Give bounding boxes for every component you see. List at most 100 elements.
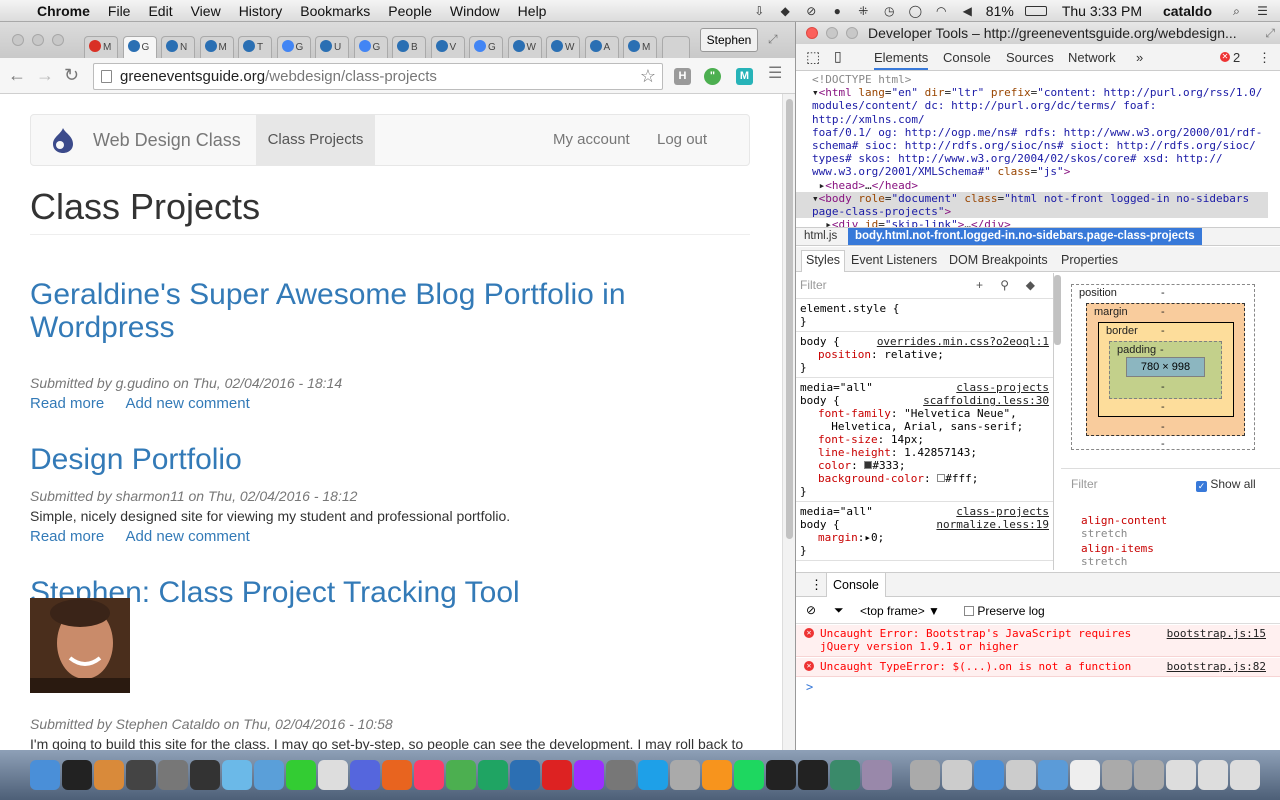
clock[interactable]: Thu 3:33 PM (1062, 3, 1142, 19)
unknown-app-icon[interactable] (1134, 760, 1164, 790)
nav-class-projects[interactable]: Class Projects (256, 115, 375, 165)
window-close-button[interactable] (12, 34, 24, 46)
unknown-app-icon[interactable] (670, 760, 700, 790)
drive-icon[interactable] (478, 760, 508, 790)
browser-tab[interactable]: G (469, 36, 503, 58)
rule-media-link[interactable]: class-projects (956, 505, 1049, 518)
browser-tab[interactable]: T (238, 36, 272, 58)
thunderbird-icon[interactable] (510, 760, 540, 790)
error-icon[interactable]: ✕ (1220, 52, 1230, 62)
dom-skip-link-node[interactable]: ▸<div id="skip-link">…</div> (812, 218, 1268, 227)
scrollbar-thumb[interactable] (786, 99, 793, 539)
computed-prop[interactable]: align-content (1081, 514, 1167, 527)
time-machine-icon[interactable]: ◷ (882, 4, 897, 18)
tab-properties[interactable]: Properties (1061, 253, 1118, 267)
drupal-logo-icon[interactable] (49, 126, 77, 154)
grid-icon[interactable]: ⁜ (856, 4, 871, 18)
address-bar[interactable]: greeneventsguide.org/webdesign/class-pro… (93, 63, 663, 90)
itunes-icon[interactable] (414, 760, 444, 790)
dom-html-node[interactable]: ▾<html lang="en" dir="ltr" prefix="conte… (812, 86, 1268, 178)
dom-doctype[interactable]: <!DOCTYPE html> (812, 73, 1268, 86)
element-state-icon[interactable]: ◆ (1026, 279, 1035, 292)
preview-icon[interactable] (862, 760, 892, 790)
photos-icon[interactable] (94, 760, 124, 790)
user-name[interactable]: cataldo (1163, 3, 1212, 19)
opera-icon[interactable] (542, 760, 572, 790)
browser-tab[interactable]: M (623, 36, 657, 58)
browser-tab[interactable]: W (507, 36, 542, 58)
tab-console[interactable]: Console (943, 50, 991, 65)
menu-help[interactable]: Help (509, 3, 556, 19)
messages-icon[interactable]: ◯ (908, 4, 923, 18)
fullscreen-icon[interactable]: ⤢ (1265, 22, 1275, 44)
battery-percent[interactable]: 81% (986, 3, 1014, 19)
extension-m-icon[interactable]: M (736, 68, 753, 85)
error-source-link[interactable]: bootstrap.js:82 (1167, 660, 1266, 673)
error-count[interactable]: 2 (1233, 50, 1240, 65)
new-tab-button[interactable] (661, 36, 690, 58)
show-all-checkbox[interactable]: ✓ Show all (1196, 477, 1256, 492)
unknown-app-icon[interactable] (910, 760, 940, 790)
skype-icon[interactable] (638, 760, 668, 790)
evernote-icon[interactable]: ● (830, 4, 845, 18)
reload-button[interactable]: ↻ (64, 66, 79, 84)
pin-icon[interactable]: ⚲ (1000, 279, 1009, 292)
page-scrollbar[interactable] (782, 94, 795, 750)
textedit-icon[interactable] (318, 760, 348, 790)
add-comment-link[interactable]: Add new comment (126, 395, 250, 412)
hangouts-icon[interactable]: " (704, 68, 721, 85)
dom-tree[interactable]: <!DOCTYPE html> ▾<html lang="en" dir="lt… (796, 71, 1268, 227)
kindle-icon[interactable] (766, 760, 796, 790)
dom-head-node[interactable]: ▸<head>…</head> (812, 179, 1268, 192)
bookmark-star-icon[interactable]: ☆ (640, 64, 656, 89)
screenshot-icon[interactable] (1198, 760, 1228, 790)
chrome-menu-icon[interactable]: ☰ (768, 65, 782, 83)
rule-source-link[interactable]: overrides.min.css?o2eoql:1 (877, 335, 1049, 348)
gimp-icon[interactable] (606, 760, 636, 790)
devtools-menu-icon[interactable]: ⋮ (1258, 50, 1271, 66)
rule-media-link[interactable]: class-projects (956, 381, 1049, 394)
forward-button[interactable]: → (36, 66, 54, 84)
console-prompt[interactable]: > (806, 680, 813, 694)
back-button[interactable]: ← (8, 66, 26, 84)
window-zoom-button[interactable] (52, 34, 64, 46)
menu-app-name[interactable]: Chrome (28, 3, 99, 19)
notification-center-icon[interactable]: ☰ (1255, 4, 1270, 18)
tweetdeck-icon[interactable] (222, 760, 252, 790)
drawer-menu-icon[interactable]: ⋮ (810, 577, 823, 593)
error-source-link[interactable]: bootstrap.js:15 (1167, 627, 1266, 640)
spotify-icon[interactable] (734, 760, 764, 790)
browser-tab[interactable]: G (122, 36, 157, 58)
console-icon[interactable] (126, 760, 156, 790)
menu-edit[interactable]: Edit (139, 3, 181, 19)
clear-console-icon[interactable]: ⊘ (806, 603, 816, 617)
menu-bookmarks[interactable]: Bookmarks (291, 3, 379, 19)
app-icon[interactable] (574, 760, 604, 790)
rule-source-link[interactable]: scaffolding.less:30 (923, 394, 1049, 407)
system-preferences-icon[interactable] (158, 760, 188, 790)
more-tabs-icon[interactable]: » (1136, 50, 1143, 65)
browser-tab[interactable]: G (276, 36, 311, 58)
firefox-icon[interactable] (382, 760, 412, 790)
tab-event-listeners[interactable]: Event Listeners (851, 253, 937, 267)
browser-tab[interactable]: W (546, 36, 580, 58)
applications-icon[interactable] (1038, 760, 1068, 790)
nav-log-out[interactable]: Log out (657, 131, 707, 148)
frame-selector[interactable]: <top frame> ▼ (860, 604, 940, 618)
disk-icon[interactable] (1006, 760, 1036, 790)
console-error-2[interactable]: ✕ Uncaught TypeError: $(...).on is not a… (796, 658, 1280, 677)
spotlight-icon[interactable]: ⌕ (1229, 4, 1244, 18)
menu-window[interactable]: Window (441, 3, 509, 19)
folder-icon[interactable] (974, 760, 1004, 790)
browser-tab[interactable]: N (161, 36, 195, 58)
menu-file[interactable]: File (99, 3, 140, 19)
atom-icon[interactable] (830, 760, 860, 790)
browser-tab[interactable]: M (199, 36, 234, 58)
node-title-2[interactable]: Design Portfolio (30, 443, 730, 476)
site-name-link[interactable]: Web Design Class (93, 130, 241, 151)
tab-elements[interactable]: Elements (874, 50, 929, 70)
rule-element-style[interactable]: element.style {} (796, 299, 1053, 332)
read-more-link[interactable]: Read more (30, 528, 104, 545)
rule-source-link[interactable]: normalize.less:19 (936, 518, 1049, 531)
extension-h-icon[interactable]: H (674, 68, 691, 85)
